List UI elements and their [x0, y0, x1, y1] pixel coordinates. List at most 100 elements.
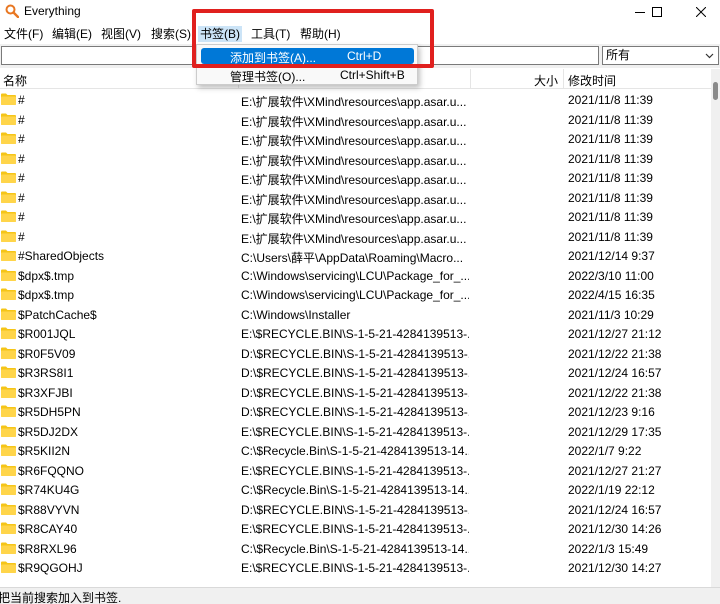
table-row[interactable]: $R5DJ2DX E:\$RECYCLE.BIN\S-1-5-21-4284139…: [0, 422, 711, 442]
file-name: #SharedObjects: [18, 249, 105, 263]
table-row[interactable]: # E:\扩展软件\XMind\resources\app.asar.u... 20…: [0, 90, 711, 110]
file-modified-date: 2021/12/23 9:16: [568, 405, 655, 419]
file-modified-date: 2021/11/8 11:39: [568, 151, 653, 166]
table-row[interactable]: # E:\扩展软件\XMind\resources\app.asar.u... 20…: [0, 110, 711, 130]
column-divider[interactable]: [470, 69, 471, 89]
file-path: E:\扩展软件\XMind\resources\app.asar.u...: [241, 134, 467, 148]
file-modified-date: 2021/11/8 11:39: [568, 229, 653, 244]
table-row[interactable]: $dpx$.tmp C:\Windows\servicing\LCU\Packag…: [0, 266, 711, 286]
file-modified-date: 2021/11/8 11:39: [568, 132, 653, 146]
menu-help[interactable]: 帮助(H): [298, 26, 343, 42]
menu-item-label: 添加到书签(A)...: [230, 51, 316, 65]
table-row[interactable]: $R5KII2N C:\$Recycle.Bin\S-1-5-21-4284139…: [0, 441, 711, 461]
manage-bookmarks-menu-item[interactable]: 管理书签(O)... Ctrl+Shift+B: [201, 67, 414, 84]
table-row[interactable]: $PatchCache$ C:\Windows\Installer 2021/11/…: [0, 305, 711, 325]
file-path: C:\$Recycle.Bin\S-1-5-21-4284139513-14..…: [241, 483, 469, 497]
close-button[interactable]: [684, 0, 718, 23]
file-path: C:\Windows\Installer: [241, 307, 351, 322]
maximize-button[interactable]: [640, 0, 674, 23]
menu-bookmarks[interactable]: 书签(B): [198, 26, 242, 42]
file-modified-date: 2021/11/8 11:39: [568, 171, 653, 185]
folder-icon: [1, 386, 16, 398]
menu-view[interactable]: 视图(V): [99, 26, 143, 42]
folder-icon: [1, 327, 16, 339]
file-modified-date: 2021/12/30 14:26: [568, 522, 662, 536]
table-row[interactable]: $R6FQQNO E:\$RECYCLE.BIN\S-1-5-21-4284139…: [0, 461, 711, 481]
table-row[interactable]: # E:\扩展软件\XMind\resources\app.asar.u... 20…: [0, 168, 711, 188]
folder-icon: [1, 542, 16, 554]
table-row[interactable]: # E:\扩展软件\XMind\resources\app.asar.u... 20…: [0, 149, 711, 169]
file-path: D:\$RECYCLE.BIN\S-1-5-21-4284139513-...: [241, 366, 469, 380]
file-name: $R6FQQNO: [18, 463, 85, 478]
filter-select[interactable]: 所有: [602, 46, 719, 65]
menu-search[interactable]: 搜索(S): [149, 26, 193, 42]
file-name: $R3RS8I1: [18, 366, 74, 380]
table-row[interactable]: $dpx$.tmp C:\Windows\servicing\LCU\Packag…: [0, 285, 711, 305]
column-header-size[interactable]: 大小: [534, 72, 558, 89]
file-path: D:\$RECYCLE.BIN\S-1-5-21-4284139513-...: [241, 502, 469, 517]
table-row[interactable]: # E:\扩展软件\XMind\resources\app.asar.u... 20…: [0, 227, 711, 247]
table-row[interactable]: $R3RS8I1 D:\$RECYCLE.BIN\S-1-5-21-4284139…: [0, 363, 711, 383]
column-header-name[interactable]: 名称: [3, 72, 27, 89]
file-path: C:\$Recycle.Bin\S-1-5-21-4284139513-14..…: [241, 541, 469, 556]
scrollbar-thumb[interactable]: [713, 82, 718, 100]
folder-icon: [1, 269, 16, 281]
menu-item-label: 管理书签(O)...: [230, 70, 306, 84]
file-path: E:\$RECYCLE.BIN\S-1-5-21-4284139513-...: [241, 463, 469, 478]
file-name: #: [18, 151, 25, 166]
column-divider[interactable]: [563, 69, 564, 89]
file-modified-date: 2022/4/15 16:35: [568, 288, 655, 302]
file-name: $R8CAY40: [18, 522, 78, 536]
file-modified-date: 2022/1/3 15:49: [568, 541, 649, 556]
add-bookmark-menu-item[interactable]: 添加到书签(A)... Ctrl+D: [201, 48, 414, 65]
file-path: D:\$RECYCLE.BIN\S-1-5-21-4284139513-...: [241, 385, 469, 400]
status-bar: 把当前搜索加入到书签.: [0, 587, 720, 604]
results-list: # E:\扩展软件\XMind\resources\app.asar.u... 20…: [0, 90, 711, 587]
file-modified-date: 2021/12/27 21:12: [568, 327, 662, 341]
bookmarks-dropdown-menu: 添加到书签(A)... Ctrl+D 管理书签(O)... Ctrl+Shift…: [196, 44, 418, 85]
vertical-scrollbar[interactable]: [711, 69, 720, 587]
table-row[interactable]: $R9QGOHJ E:\$RECYCLE.BIN\S-1-5-21-4284139…: [0, 558, 711, 578]
table-row[interactable]: #SharedObjects C:\Users\薛平\AppData\Roamin…: [0, 246, 711, 266]
folder-icon: [1, 152, 16, 164]
file-path: E:\$RECYCLE.BIN\S-1-5-21-4284139513-...: [241, 424, 469, 439]
folder-icon: [1, 171, 16, 183]
table-row[interactable]: $R5DH5PN D:\$RECYCLE.BIN\S-1-5-21-4284139…: [0, 402, 711, 422]
table-row[interactable]: # E:\扩展软件\XMind\resources\app.asar.u... 20…: [0, 188, 711, 208]
folder-icon: [1, 561, 16, 573]
menu-edit[interactable]: 编辑(E): [50, 26, 94, 42]
table-row[interactable]: $R0F5V09 D:\$RECYCLE.BIN\S-1-5-21-4284139…: [0, 344, 711, 364]
table-row[interactable]: $R74KU4G C:\$Recycle.Bin\S-1-5-21-4284139…: [0, 480, 711, 500]
file-path: E:\扩展软件\XMind\resources\app.asar.u...: [241, 153, 467, 168]
file-name: $R74KU4G: [18, 483, 80, 497]
folder-icon: [1, 191, 16, 203]
file-modified-date: 2021/12/22 21:38: [568, 346, 662, 361]
window-title: Everything: [24, 4, 81, 18]
file-modified-date: 2021/12/22 21:38: [568, 385, 662, 400]
everything-app-icon: [5, 4, 19, 18]
folder-icon: [1, 444, 16, 456]
file-name: $PatchCache$: [18, 307, 97, 322]
status-text: 把当前搜索加入到书签.: [0, 591, 122, 604]
file-path: E:\$RECYCLE.BIN\S-1-5-21-4284139513-...: [241, 522, 469, 536]
table-row[interactable]: $R8RXL96 C:\$Recycle.Bin\S-1-5-21-4284139…: [0, 539, 711, 559]
file-name: $R5DJ2DX: [18, 424, 79, 439]
filter-select-value: 所有: [606, 48, 631, 62]
column-header-modified[interactable]: 修改时间: [568, 72, 616, 89]
file-path: E:\$RECYCLE.BIN\S-1-5-21-4284139513-...: [241, 327, 469, 341]
file-name: #: [18, 93, 25, 107]
menu-file[interactable]: 文件(F): [2, 26, 45, 42]
menu-tools[interactable]: 工具(T): [249, 26, 292, 42]
chevron-down-icon: [705, 53, 714, 59]
table-row[interactable]: # E:\扩展软件\XMind\resources\app.asar.u... 20…: [0, 129, 711, 149]
table-row[interactable]: $R001JQL E:\$RECYCLE.BIN\S-1-5-21-4284139…: [0, 324, 711, 344]
table-row[interactable]: # E:\扩展软件\XMind\resources\app.asar.u... 20…: [0, 207, 711, 227]
file-modified-date: 2021/12/29 17:35: [568, 424, 662, 439]
file-name: $dpx$.tmp: [18, 268, 75, 283]
file-modified-date: 2021/12/27 21:27: [568, 463, 662, 478]
folder-icon: [1, 405, 16, 417]
table-row[interactable]: $R3XFJBI D:\$RECYCLE.BIN\S-1-5-21-4284139…: [0, 383, 711, 403]
table-row[interactable]: $R8CAY40 E:\$RECYCLE.BIN\S-1-5-21-4284139…: [0, 519, 711, 539]
table-row[interactable]: $R88VYVN D:\$RECYCLE.BIN\S-1-5-21-4284139…: [0, 500, 711, 520]
menu-bar: 文件(F) 编辑(E) 视图(V) 搜索(S) 书签(B) 工具(T) 帮助(H…: [0, 23, 720, 44]
